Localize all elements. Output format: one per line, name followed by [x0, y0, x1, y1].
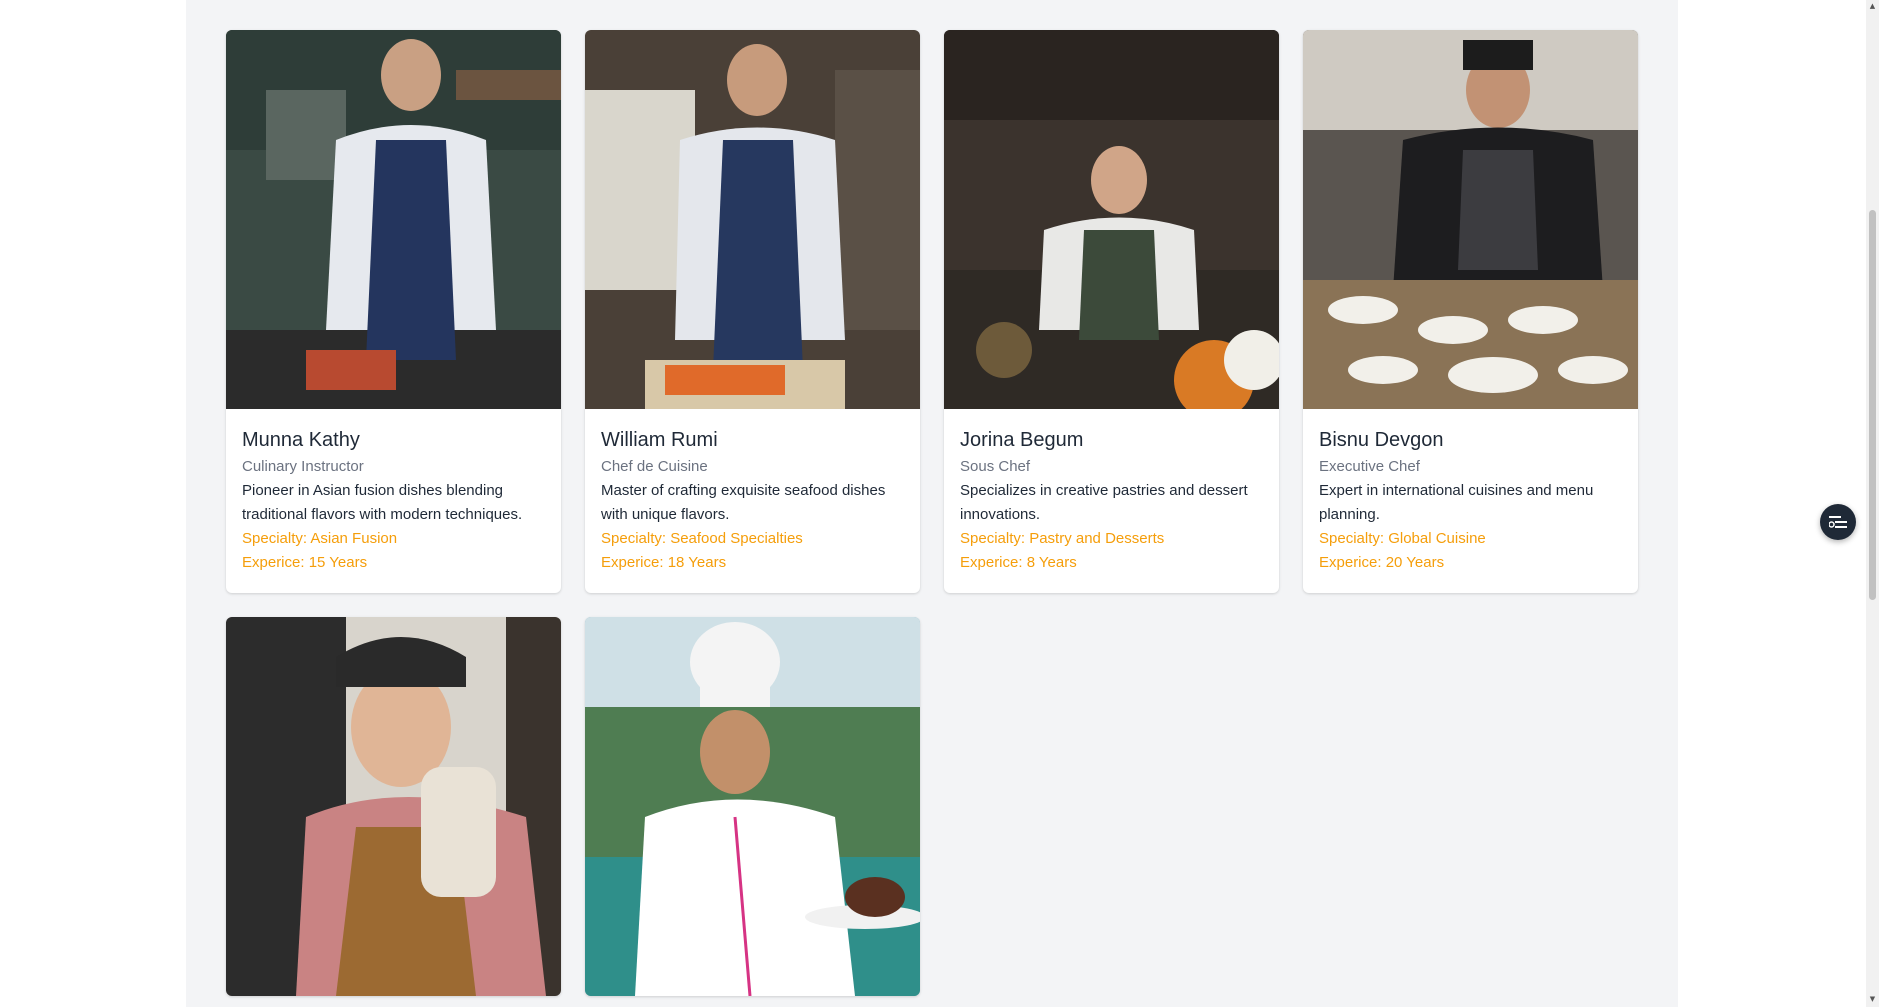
chef-bio: Master of crafting exquisite seafood dis…: [601, 482, 886, 523]
chef-photo: [226, 617, 561, 996]
chef-section: Munna Kathy Culinary Instructor Pioneer …: [186, 0, 1678, 1007]
scroll-down-arrow-icon[interactable]: ▼: [1868, 995, 1877, 1004]
chef-card[interactable]: [226, 617, 561, 996]
chef-role: Chef de Cuisine: [601, 458, 708, 475]
chef-card[interactable]: William Rumi Chef de Cuisine Master of c…: [585, 30, 920, 593]
chef-bio: Expert in international cuisines and men…: [1319, 482, 1594, 523]
chef-card[interactable]: Jorina Begum Sous Chef Specializes in cr…: [944, 30, 1279, 593]
chef-name: Bisnu Devgon: [1319, 429, 1444, 451]
floating-menu-button[interactable]: [1820, 504, 1856, 540]
chef-photo: [1303, 30, 1638, 409]
chef-specialty: Specialty: Pastry and Desserts: [960, 530, 1165, 547]
chef-photo: [944, 30, 1279, 409]
chef-photo: [585, 30, 920, 409]
chef-photo: [226, 30, 561, 409]
chef-name: Munna Kathy: [242, 429, 360, 451]
chef-experience: Experice: 18 Years: [601, 554, 727, 571]
chef-name: William Rumi: [601, 429, 718, 451]
chef-role: Culinary Instructor: [242, 458, 364, 475]
chef-specialty: Specialty: Seafood Specialties: [601, 530, 803, 547]
chef-card[interactable]: Munna Kathy Culinary Instructor Pioneer …: [226, 30, 561, 593]
chef-name: Jorina Begum: [960, 429, 1084, 451]
chef-experience: Experice: 20 Years: [1319, 554, 1445, 571]
chef-role: Executive Chef: [1319, 458, 1420, 475]
chef-role: Sous Chef: [960, 458, 1031, 475]
chef-experience: Experice: 15 Years: [242, 554, 368, 571]
scroll-up-arrow-icon[interactable]: ▲: [1868, 2, 1877, 11]
scrollbar[interactable]: ▲ ▼: [1866, 0, 1879, 1007]
chef-bio: Specializes in creative pastries and des…: [960, 482, 1248, 523]
chef-bio: Pioneer in Asian fusion dishes blending …: [242, 482, 523, 523]
chef-experience: Experice: 8 Years: [960, 554, 1077, 571]
chef-card[interactable]: Bisnu Devgon Executive Chef Expert in in…: [1303, 30, 1638, 593]
page: Munna Kathy Culinary Instructor Pioneer …: [0, 0, 1879, 1007]
chef-photo: [585, 617, 920, 996]
chef-specialty: Specialty: Global Cuisine: [1319, 530, 1486, 547]
chef-specialty: Specialty: Asian Fusion: [242, 530, 398, 547]
toggle-list-icon: [1829, 516, 1847, 528]
chef-card[interactable]: [585, 617, 920, 996]
scrollbar-thumb[interactable]: [1869, 210, 1876, 600]
chef-grid: Munna Kathy Culinary Instructor Pioneer …: [226, 30, 1638, 996]
